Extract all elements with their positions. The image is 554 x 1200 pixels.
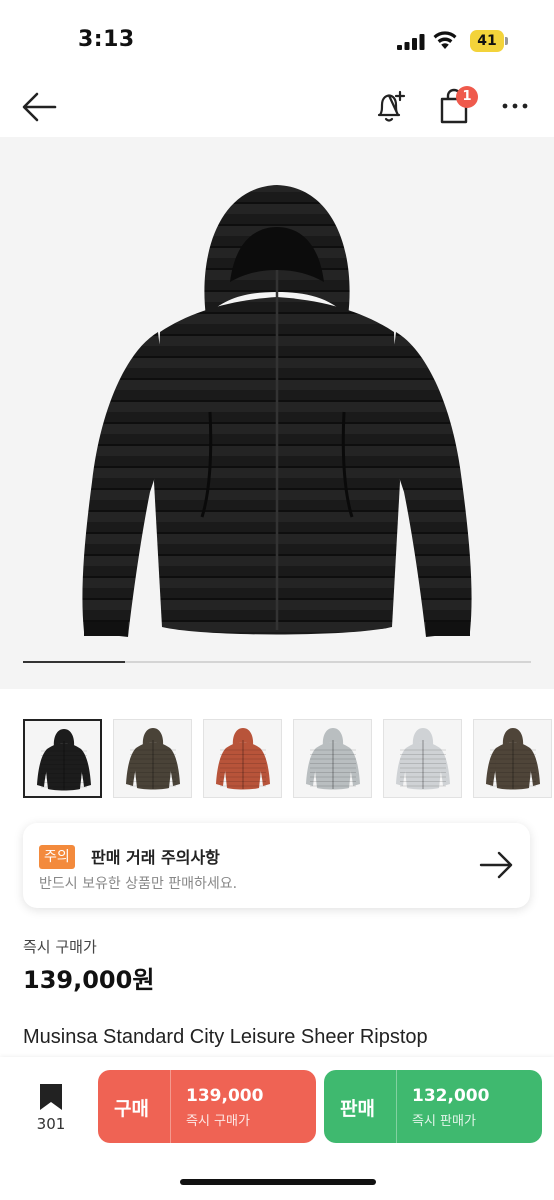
bottom-action-bar: 301 구매 139,000 즉시 구매가 판매 132,000 즉시 판매가 bbox=[0, 1057, 554, 1200]
bookmark-button[interactable]: 301 bbox=[30, 1079, 72, 1139]
bookmark-icon bbox=[40, 1084, 62, 1110]
arrow-left-icon[interactable] bbox=[20, 90, 58, 124]
product-name: Musinsa Standard City Leisure Sheer Rips… bbox=[23, 1026, 428, 1048]
jacket-thumbnail-image bbox=[306, 728, 360, 790]
color-thumbnail[interactable] bbox=[113, 719, 192, 798]
arrow-right-icon[interactable] bbox=[479, 849, 515, 881]
product-image bbox=[82, 185, 472, 637]
battery-tip bbox=[505, 37, 508, 45]
more-horizontal-icon[interactable] bbox=[500, 90, 530, 120]
notice-subtitle: 반드시 보유한 상품만 판매하세요. bbox=[39, 876, 238, 892]
bookmark-count: 301 bbox=[36, 1115, 66, 1133]
bell-plus-icon[interactable] bbox=[372, 88, 408, 124]
wifi-icon bbox=[433, 31, 457, 49]
color-thumbnails bbox=[23, 719, 554, 799]
notice-tag: 주의 bbox=[39, 845, 75, 869]
color-thumbnail[interactable] bbox=[473, 719, 552, 798]
battery-level: 41 bbox=[477, 33, 497, 49]
cart-count-badge: 1 bbox=[456, 86, 478, 108]
buy-button-subtitle: 즉시 구매가 bbox=[186, 1114, 250, 1129]
color-thumbnail[interactable] bbox=[293, 719, 372, 798]
jacket-thumbnail-image bbox=[396, 728, 450, 790]
sell-button-divider bbox=[396, 1070, 397, 1143]
sell-notice-card[interactable]: 주의 판매 거래 주의사항 반드시 보유한 상품만 판매하세요. bbox=[23, 823, 530, 908]
jacket-thumbnail-image bbox=[37, 729, 91, 791]
carousel-progress-track bbox=[23, 661, 531, 663]
buy-button-label: 구매 bbox=[114, 1098, 149, 1120]
status-time: 3:13 bbox=[78, 27, 135, 52]
buy-button-divider bbox=[170, 1070, 171, 1143]
sell-button[interactable]: 판매 132,000 즉시 판매가 bbox=[324, 1070, 542, 1143]
notice-title: 판매 거래 주의사항 bbox=[91, 848, 220, 867]
sell-button-price: 132,000 bbox=[412, 1086, 490, 1106]
home-indicator bbox=[180, 1179, 376, 1185]
jacket-thumbnail-image bbox=[486, 728, 540, 790]
buy-button-price: 139,000 bbox=[186, 1086, 264, 1106]
cellular-signal-icon bbox=[397, 34, 425, 50]
buy-button[interactable]: 구매 139,000 즉시 구매가 bbox=[98, 1070, 316, 1143]
carousel-progress-fill bbox=[23, 661, 125, 663]
battery-indicator: 41 bbox=[470, 30, 508, 52]
color-thumbnail[interactable] bbox=[203, 719, 282, 798]
status-bar: 3:13 41 bbox=[0, 0, 554, 80]
sell-button-label: 판매 bbox=[340, 1098, 375, 1120]
color-thumbnail[interactable] bbox=[383, 719, 462, 798]
color-thumbnail[interactable] bbox=[23, 719, 102, 798]
sell-button-subtitle: 즉시 판매가 bbox=[412, 1114, 476, 1129]
jacket-thumbnail-image bbox=[216, 728, 270, 790]
product-image-carousel[interactable] bbox=[0, 137, 554, 689]
top-nav-bar: 1 bbox=[0, 80, 554, 136]
instant-buy-price: 139,000원 bbox=[23, 966, 155, 994]
instant-buy-price-label: 즉시 구매가 bbox=[23, 938, 97, 956]
jacket-thumbnail-image bbox=[126, 728, 180, 790]
